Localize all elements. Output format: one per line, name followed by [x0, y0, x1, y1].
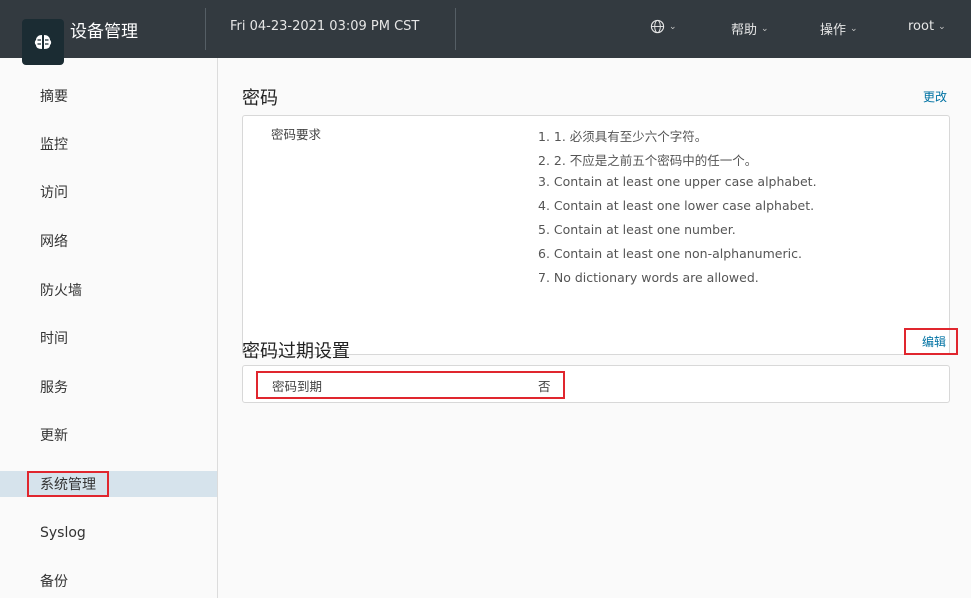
change-password-link[interactable]: 更改	[923, 88, 947, 105]
sidebar-item-label: 服务	[40, 380, 68, 396]
chevron-down-icon: ⌄	[761, 23, 769, 34]
chevron-down-icon: ⌄	[669, 21, 677, 32]
password-requirements-card: 密码要求 1. 1. 必须具有至少六个字符。 2. 2. 不应是之前五个密码中的…	[242, 115, 950, 355]
actions-menu-label: 操作	[820, 23, 847, 38]
sidebar-item-label: 摘要	[40, 89, 68, 105]
user-menu-label: root	[908, 19, 935, 34]
requirement-line: 2. 2. 不应是之前五个密码中的任一个。	[538, 153, 758, 168]
sidebar-item-label: 访问	[40, 185, 68, 201]
app-logo	[22, 19, 64, 65]
user-menu[interactable]: root ⌄	[908, 19, 946, 34]
sidebar-item-access[interactable]: 访问	[0, 179, 217, 205]
globe-icon	[650, 19, 665, 34]
sidebar-item-label: 备份	[40, 574, 68, 590]
sidebar-item-network[interactable]: 网络	[0, 228, 217, 254]
brain-logo-icon	[34, 35, 52, 49]
expiry-label: 密码到期	[272, 379, 323, 394]
sidebar-item-administration[interactable]: 系统管理	[0, 471, 217, 497]
sidebar-item-label: 更新	[40, 428, 68, 444]
sidebar-item-label: 防火墙	[40, 283, 82, 299]
requirement-line: 6. Contain at least one non-alphanumeric…	[538, 246, 802, 261]
sidebar-item-backup[interactable]: 备份	[0, 568, 217, 594]
requirement-line: 5. Contain at least one number.	[538, 222, 736, 237]
help-menu-label: 帮助	[731, 23, 758, 38]
requirement-line: 7. No dictionary words are allowed.	[538, 270, 759, 285]
expiry-value: 否	[538, 379, 551, 394]
app-title: 设备管理	[70, 22, 138, 42]
sidebar-item-label: 系统管理	[27, 471, 109, 497]
sidebar-item-label: 时间	[40, 331, 68, 347]
sidebar-item-monitor[interactable]: 监控	[0, 131, 217, 157]
sidebar-item-update[interactable]: 更新	[0, 422, 217, 448]
sidebar-item-label: 网络	[40, 234, 68, 250]
language-menu[interactable]: ⌄	[650, 19, 677, 34]
expiry-section-title: 密码过期设置	[242, 341, 350, 362]
sidebar-item-label: Syslog	[40, 525, 86, 541]
requirements-label: 密码要求	[271, 127, 322, 142]
sidebar-item-services[interactable]: 服务	[0, 374, 217, 400]
edit-expiry-link[interactable]: 编辑	[922, 333, 946, 350]
chevron-down-icon: ⌄	[938, 21, 946, 32]
sidebar-item-summary[interactable]: 摘要	[0, 83, 217, 109]
header-divider	[205, 8, 206, 50]
header-datetime: Fri 04-23-2021 03:09 PM CST	[230, 19, 420, 34]
sidebar-item-label: 监控	[40, 137, 68, 153]
chevron-down-icon: ⌄	[850, 23, 858, 34]
sidebar: 摘要 监控 访问 网络 防火墙 时间 服务 更新 系统管理 Syslog 备份	[0, 58, 218, 598]
actions-menu[interactable]: 操作 ⌄	[820, 19, 858, 38]
sidebar-item-syslog[interactable]: Syslog	[0, 520, 217, 546]
requirement-line: 4. Contain at least one lower case alpha…	[538, 198, 815, 213]
top-header: 设备管理 Fri 04-23-2021 03:09 PM CST ⌄ 帮助 ⌄ …	[0, 0, 971, 58]
expiry-card: 密码到期 否	[242, 365, 950, 403]
header-divider	[455, 8, 456, 50]
help-menu[interactable]: 帮助 ⌄	[731, 19, 769, 38]
requirement-line: 3. Contain at least one upper case alpha…	[538, 174, 817, 189]
main-content: 密码 更改 密码要求 1. 1. 必须具有至少六个字符。 2. 2. 不应是之前…	[218, 58, 971, 598]
sidebar-item-firewall[interactable]: 防火墙	[0, 277, 217, 303]
password-section-title: 密码	[242, 88, 278, 109]
requirement-line: 1. 1. 必须具有至少六个字符。	[538, 129, 708, 144]
sidebar-item-time[interactable]: 时间	[0, 325, 217, 351]
